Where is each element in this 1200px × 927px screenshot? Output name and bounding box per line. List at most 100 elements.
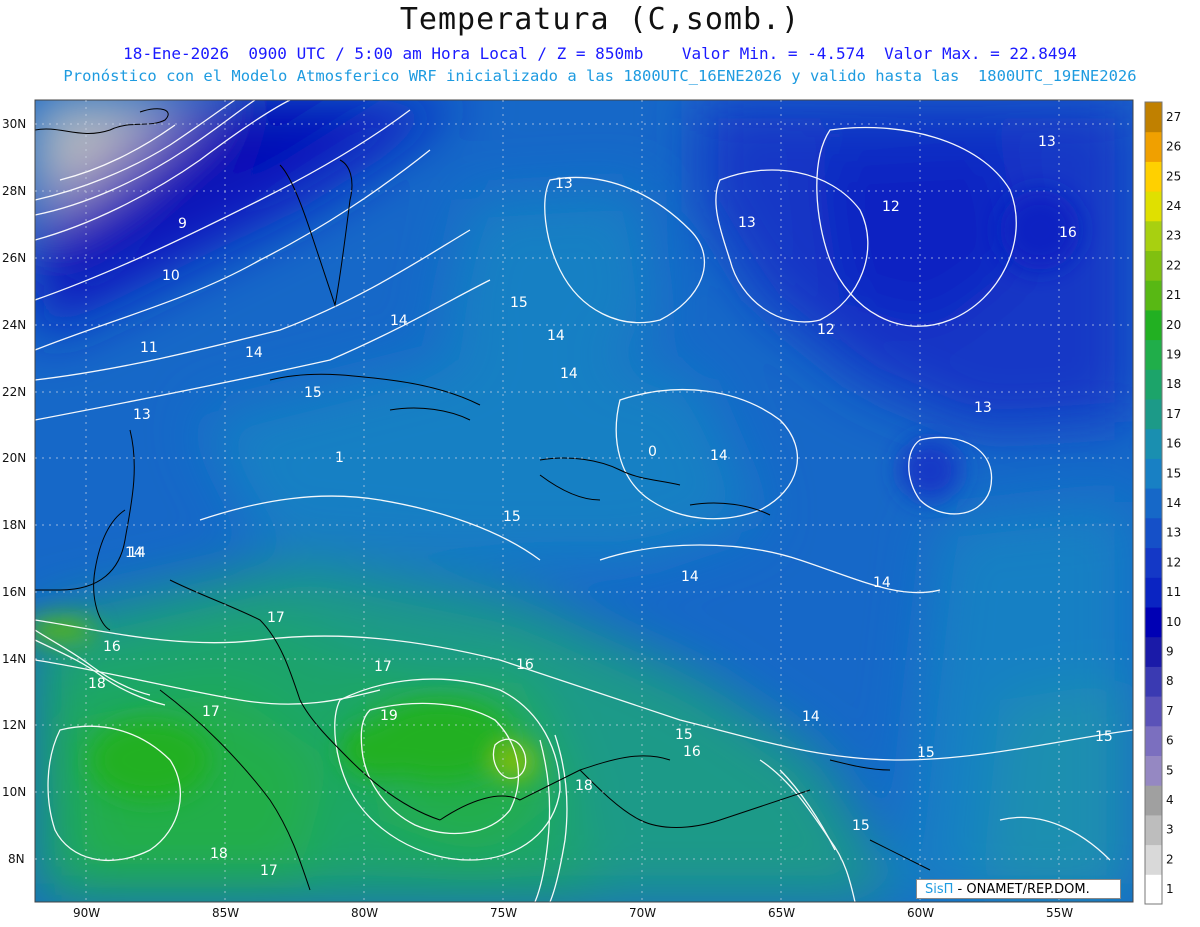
colorbar-swatch: [1145, 161, 1162, 192]
contour-label: 12: [882, 199, 900, 215]
contour-label: 17: [202, 704, 220, 720]
contour-label: 13: [555, 176, 573, 192]
colorbar-swatch: [1145, 755, 1162, 786]
colorbar-label: 12: [1166, 555, 1181, 569]
colorbar-label: 14: [1166, 496, 1181, 510]
contour-label: 12: [817, 322, 835, 338]
latitude-axis: 30N 28N 26N 24N 22N 20N 18N 16N 14N 12N …: [2, 117, 26, 866]
lat-label: 28N: [2, 184, 26, 198]
colorbar-label: 3: [1166, 823, 1174, 837]
contour-label: 14: [128, 545, 146, 561]
contour-label: 14: [681, 569, 699, 585]
colorbar-label: 19: [1166, 348, 1181, 362]
lon-label: 65W: [768, 906, 795, 920]
colorbar-swatch: [1145, 814, 1162, 846]
contour-label: 17: [260, 863, 278, 879]
contour-label: 17: [267, 610, 285, 626]
lat-label: 20N: [2, 451, 26, 465]
contour-label: 18: [210, 846, 228, 862]
colorbar-label: 25: [1166, 169, 1181, 183]
colorbar-swatch: [1145, 607, 1162, 638]
lat-label: 16N: [2, 585, 26, 599]
colorbar-swatch: [1145, 339, 1162, 370]
colorbar-swatch: [1145, 428, 1162, 459]
colorbar-swatch: [1145, 191, 1162, 222]
colorbar-label: 23: [1166, 229, 1181, 243]
contour-label: 19: [380, 708, 398, 724]
contour-label: 14: [245, 345, 263, 361]
colorbar-swatch: [1145, 666, 1162, 697]
colorbar-label: 6: [1166, 734, 1174, 748]
colorbar-label: 21: [1166, 288, 1181, 302]
colorbar-label: 1: [1166, 882, 1174, 896]
colorbar: 1234567891011121314151617181920212223242…: [1144, 101, 1181, 905]
colorbar-label: 17: [1166, 407, 1181, 421]
contour-label: 16: [516, 657, 534, 673]
colorbar-swatch: [1145, 102, 1162, 133]
colorbar-label: 15: [1166, 466, 1181, 480]
colorbar-swatch: [1145, 488, 1162, 519]
colorbar-label: 26: [1166, 140, 1181, 154]
contour-label: 1: [335, 450, 344, 466]
lat-label: 22N: [2, 385, 26, 399]
contour-label: 13: [133, 407, 151, 423]
colorbar-swatch: [1145, 399, 1162, 430]
colorbar-label: 9: [1166, 645, 1174, 659]
longitude-axis: 90W 85W 80W 75W 70W 65W 60W 55W: [73, 906, 1073, 920]
colorbar-label: 5: [1166, 763, 1174, 777]
colorbar-swatch: [1145, 517, 1162, 549]
contour-label: 13: [1038, 134, 1056, 150]
contour-label: 15: [304, 385, 322, 401]
sispi-logo-text: SisΠ: [925, 882, 954, 897]
map-canvas: 30N 28N 26N 24N 22N 20N 18N 16N 14N 12N …: [2, 99, 1181, 920]
contour-label: 18: [88, 676, 106, 692]
colorbar-swatch: [1145, 280, 1162, 311]
contour-label: 16: [683, 744, 701, 760]
colorbar-label: 22: [1166, 258, 1181, 272]
colorbar-label: 7: [1166, 704, 1174, 718]
contour-label: 15: [510, 295, 528, 311]
colorbar-swatch: [1145, 636, 1162, 667]
credit-box: SisΠ - ONAMET/REP.DOM.: [916, 879, 1121, 899]
colorbar-swatch: [1145, 369, 1162, 400]
colorbar-label: 24: [1166, 199, 1181, 213]
colorbar-label: 10: [1166, 615, 1181, 629]
colorbar-swatch: [1145, 844, 1162, 875]
lat-label: 8N: [8, 852, 25, 866]
contour-label: 14: [710, 448, 728, 464]
colorbar-label: 4: [1166, 793, 1174, 807]
contour-label: 15: [852, 818, 870, 834]
contour-label: 14: [802, 709, 820, 725]
contour-label: 16: [1059, 225, 1077, 241]
lon-label: 60W: [907, 906, 934, 920]
contour-label: 0: [648, 444, 657, 460]
contour-label: 14: [873, 575, 891, 591]
lon-label: 75W: [490, 906, 517, 920]
colorbar-label: 20: [1166, 318, 1181, 332]
colorbar-label: 11: [1166, 585, 1181, 599]
colorbar-label: 8: [1166, 674, 1174, 688]
contour-label: 14: [560, 366, 578, 382]
contour-label: 11: [140, 340, 158, 356]
colorbar-swatch: [1145, 874, 1162, 905]
colorbar-label: 18: [1166, 377, 1181, 391]
lat-label: 26N: [2, 251, 26, 265]
lon-label: 55W: [1046, 906, 1073, 920]
colorbar-label: 2: [1166, 852, 1174, 866]
lon-label: 85W: [212, 906, 239, 920]
contour-label: 18: [575, 778, 593, 794]
lat-label: 30N: [2, 117, 26, 131]
contour-label: 15: [1095, 729, 1113, 745]
lon-label: 70W: [629, 906, 656, 920]
colorbar-label: 16: [1166, 437, 1181, 451]
colorbar-swatch: [1145, 131, 1162, 162]
colorbar-swatch: [1145, 309, 1162, 341]
contour-label: 14: [390, 313, 408, 329]
colorbar-swatch: [1145, 547, 1162, 578]
contour-label: 14: [547, 328, 565, 344]
colorbar-swatch: [1145, 785, 1162, 816]
colorbar-swatch: [1145, 458, 1162, 489]
credit-text: - ONAMET/REP.DOM.: [953, 882, 1090, 897]
contour-label: 15: [917, 745, 935, 761]
contour-label: 15: [675, 727, 693, 743]
